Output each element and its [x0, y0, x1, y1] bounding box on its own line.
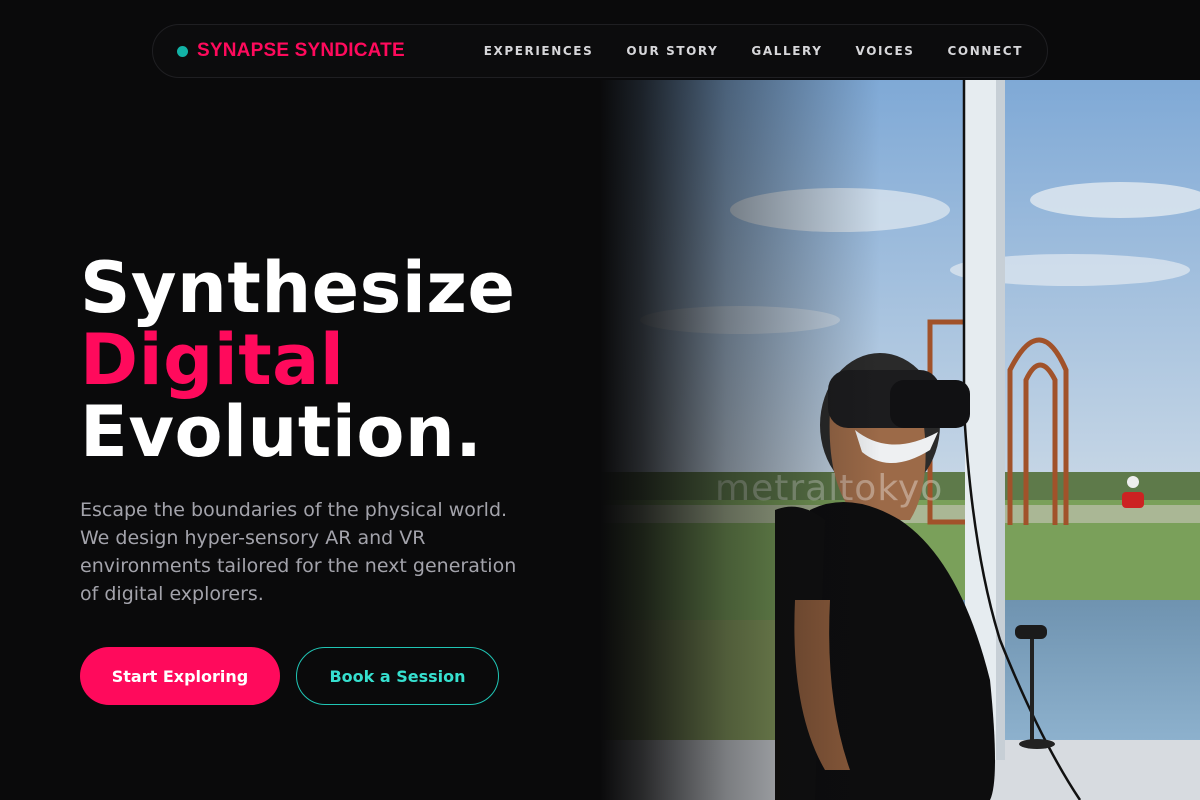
nav-item-voices[interactable]: VOICES — [856, 44, 915, 58]
nav-links: EXPERIENCES OUR STORY GALLERY VOICES CON… — [484, 44, 1023, 58]
brand-name: SYNAPSE SYNDICATE — [197, 40, 405, 61]
photo-fade-overlay — [600, 80, 880, 800]
hero-headline: Synthesize Digital Evolution. — [80, 252, 516, 468]
nav-item-connect[interactable]: CONNECT — [948, 44, 1023, 58]
brand-dot-icon — [177, 45, 188, 57]
headline-line-2: Digital — [80, 319, 345, 401]
nav-item-experiences[interactable]: EXPERIENCES — [484, 44, 594, 58]
headline-line-1: Synthesize — [80, 247, 516, 329]
start-exploring-button[interactable]: Start Exploring — [80, 647, 280, 705]
headline-line-3: Evolution. — [80, 391, 483, 473]
nav-item-gallery[interactable]: GALLERY — [751, 44, 822, 58]
top-nav: SYNAPSE SYNDICATE EXPERIENCES OUR STORY … — [152, 24, 1048, 78]
book-session-button[interactable]: Book a Session — [296, 647, 499, 705]
hero-subtext: Escape the boundaries of the physical wo… — [80, 499, 517, 605]
brand-logo[interactable]: SYNAPSE SYNDICATE — [177, 40, 405, 62]
nav-item-our-story[interactable]: OUR STORY — [626, 44, 718, 58]
